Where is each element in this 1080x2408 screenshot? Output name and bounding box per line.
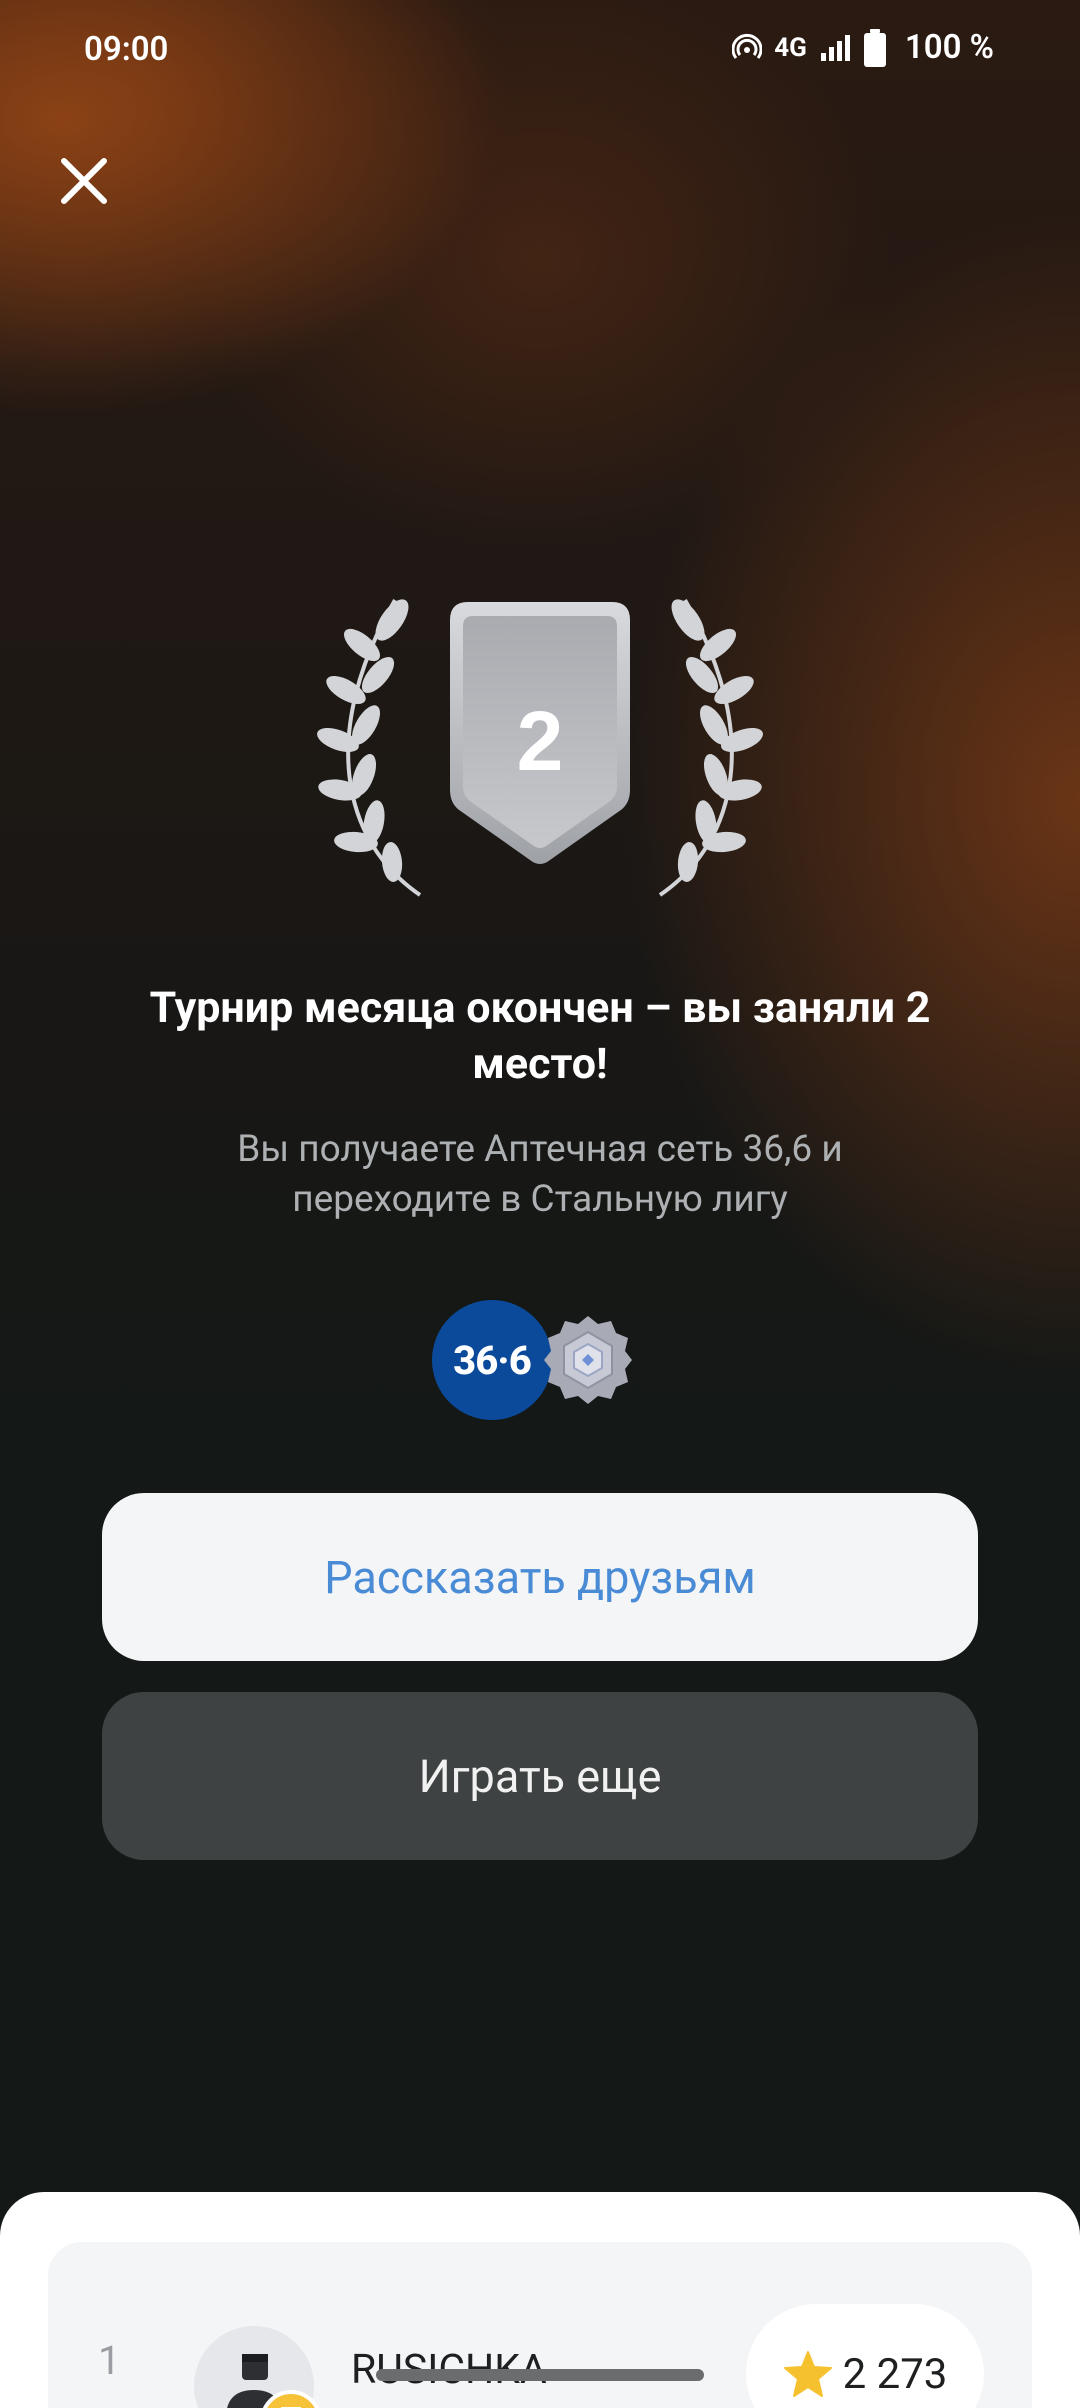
close-button[interactable] — [58, 155, 110, 207]
hotspot-icon — [732, 33, 763, 59]
steel-league-badge-icon — [540, 1312, 636, 1408]
laurel-left-icon — [317, 599, 422, 897]
network-type: 4G — [774, 32, 807, 63]
star-icon — [783, 2351, 832, 2397]
partner-logo-366: 36·6 — [432, 1300, 552, 1420]
leaderboard-row[interactable]: 1 RUSICHKA 2 273 — [48, 2242, 1032, 2408]
result-title: Турнир месяца окончен – вы заняли 2 мест… — [149, 983, 931, 1089]
status-time: 09:00 — [84, 30, 169, 69]
laurel-right-icon — [658, 599, 763, 897]
place-emblem: 2 — [300, 590, 780, 910]
signal-icon — [820, 34, 850, 61]
result-subtitle: Вы получаете Аптечная сеть 36,6 и перехо… — [237, 1128, 843, 1221]
home-indicator[interactable] — [376, 2369, 704, 2381]
place-number: 2 — [517, 694, 564, 788]
share-button-label: Рассказать друзьям — [324, 1550, 756, 1604]
avatar — [194, 2326, 322, 2408]
battery-icon — [863, 28, 886, 67]
partner-logo-text: 36·6 — [453, 1336, 532, 1384]
trophy-icon — [281, 2407, 301, 2408]
leaderboard-rank: 1 — [98, 2337, 121, 2384]
status-bar: 09:00 4G 100 % — [0, 0, 1080, 100]
play-button-label: Играть еще — [418, 1749, 662, 1803]
rewards: 36·6 — [432, 1298, 632, 1422]
close-icon — [61, 158, 107, 204]
score-value: 2 273 — [842, 2349, 948, 2399]
play-again-button[interactable]: Играть еще — [102, 1692, 978, 1860]
status-icons: 4G 100 % — [732, 28, 994, 67]
share-with-friends-button[interactable]: Рассказать друзьям — [102, 1493, 978, 1661]
score-badge: 2 273 — [746, 2304, 984, 2408]
battery-level: 100 % — [904, 28, 994, 67]
